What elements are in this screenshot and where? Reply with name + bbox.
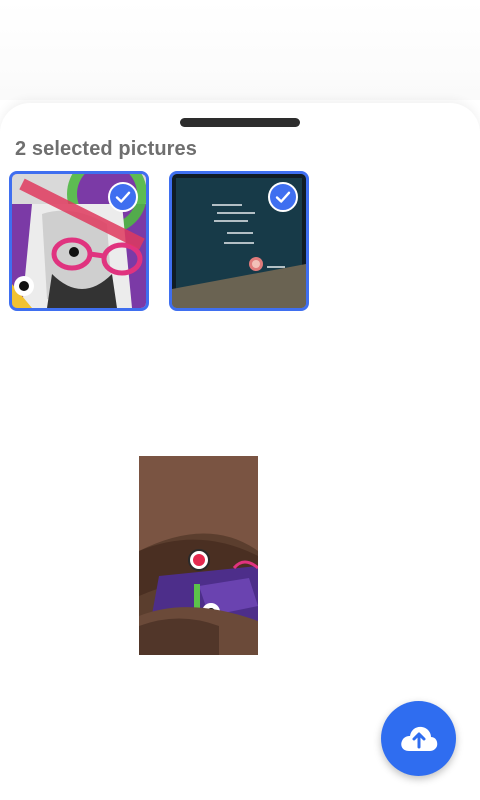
- photo-thumbnail-2[interactable]: [169, 171, 309, 311]
- bottom-sheet: 2 selected pictures: [0, 103, 480, 800]
- camera-preview[interactable]: [139, 456, 258, 655]
- upload-button[interactable]: [381, 701, 456, 776]
- selected-check-badge-2[interactable]: [268, 182, 298, 212]
- screen: 2 selected pictures: [0, 0, 480, 800]
- cloud-upload-icon: [400, 726, 437, 751]
- check-icon: [275, 191, 291, 203]
- photo-thumbnail-1[interactable]: [9, 171, 149, 311]
- check-icon: [115, 191, 131, 203]
- selected-check-badge-1[interactable]: [108, 182, 138, 212]
- record-indicator-icon: [188, 549, 210, 571]
- drag-handle[interactable]: [180, 118, 300, 127]
- selected-count-title: 2 selected pictures: [15, 138, 197, 160]
